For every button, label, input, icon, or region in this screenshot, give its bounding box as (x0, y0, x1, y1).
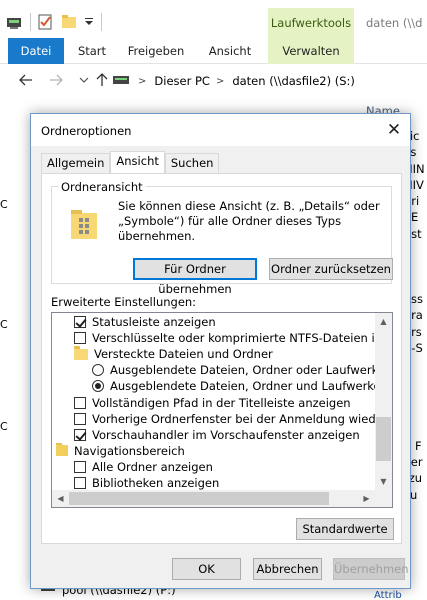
breadcrumb-this-pc[interactable]: Dieser PC (154, 74, 210, 88)
setting-checkbox[interactable] (74, 316, 86, 328)
setting-label: Alle Ordner anzeigen (92, 459, 213, 474)
dialog-title-bar: Ordneroptionen ✕ (31, 114, 410, 146)
setting-row[interactable]: Vorschauhandler im Vorschaufenster anzei… (74, 427, 392, 443)
nav-fragment: C (0, 420, 8, 433)
ok-button[interactable]: OK (172, 558, 241, 580)
setting-label: Versteckte Dateien und Ordner (94, 347, 273, 362)
restore-defaults-button[interactable]: Standardwerte (296, 518, 394, 540)
view-tab-panel: Ordneransicht Sie können diese Ansicht (… (41, 173, 402, 544)
title-bar: Laufwerktools daten (\\d (0, 0, 427, 38)
setting-radio[interactable] (92, 364, 104, 377)
drive-icon (112, 73, 130, 90)
tab-search[interactable]: Suchen (164, 153, 220, 173)
setting-row[interactable]: Ausgeblendete Dateien, Ordner und Laufwe… (92, 378, 393, 394)
context-group-label: Laufwerktools (270, 16, 352, 30)
scrollbar-corner (375, 490, 392, 507)
setting-label: Ausgeblendete Dateien, Ordner und Laufwe… (110, 379, 393, 394)
setting-row[interactable]: Vollständigen Pfad in der Titelleiste an… (74, 395, 392, 411)
setting-checkbox[interactable] (74, 428, 86, 441)
folder-view-description: Sie können diese Ansicht (z. B. „Details… (118, 199, 380, 243)
setting-row[interactable]: Alle Ordner anzeigen (74, 459, 392, 475)
tab-share[interactable]: Freigeben (124, 38, 188, 64)
setting-label: Verschlüsselte oder komprimierte NTFS-Da… (92, 331, 392, 346)
apply-button[interactable]: Übernehmen (333, 558, 409, 580)
setting-row[interactable]: Vorherige Ordnerfenster bei der Anmeldun… (74, 411, 392, 427)
scrollbar-thumb[interactable] (376, 417, 391, 461)
tab-file[interactable]: Datei (8, 38, 64, 64)
setting-row[interactable]: Statusleiste anzeigen (74, 314, 392, 330)
close-icon[interactable]: ✕ (384, 120, 404, 140)
apply-to-folders-button[interactable]: Für Ordner übernehmen (133, 258, 257, 296)
setting-label: Vollständigen Pfad in der Titelleiste an… (92, 395, 351, 410)
breadcrumb-drive[interactable]: daten (\\dasfile2) (S:) (232, 74, 355, 88)
tab-view[interactable]: Ansicht (110, 151, 165, 173)
advanced-settings-label: Erweiterte Einstellungen: (51, 295, 197, 309)
dialog-title: Ordneroptionen (41, 124, 132, 138)
folder-options-dialog: Ordneroptionen ✕ Allgemein Ansicht Suche… (30, 113, 411, 589)
setting-label: Statusleiste anzeigen (92, 315, 216, 329)
cancel-button[interactable]: Abbrechen (253, 558, 322, 580)
tab-view[interactable]: Ansicht (204, 38, 256, 64)
setting-checkbox[interactable] (74, 460, 86, 473)
forward-arrow-icon[interactable] (48, 72, 64, 88)
scroll-up-icon[interactable]: ▲ (375, 313, 392, 330)
address-bar[interactable]: > Dieser PC > daten (\\dasfile2) (S:) (112, 70, 427, 92)
group-legend: Ordneransicht (58, 180, 146, 194)
tab-manage[interactable]: Verwalten (268, 38, 354, 64)
tab-start[interactable]: Start (72, 38, 112, 64)
setting-row[interactable]: Verschlüsselte oder komprimierte NTFS-Da… (74, 330, 392, 346)
chevron-down-icon[interactable] (76, 72, 92, 88)
folder-icon (74, 346, 88, 360)
drive-icon[interactable] (4, 12, 24, 32)
chevron-right-icon[interactable]: > (216, 76, 224, 87)
chevron-down-icon[interactable] (83, 12, 95, 32)
nav-fragment: C (0, 318, 8, 331)
up-arrow-icon[interactable] (94, 72, 110, 88)
file-list-item[interactable]: Attrib (374, 590, 402, 600)
ribbon-tabs: Datei Start Freigeben Ansicht Verwalten (0, 38, 427, 64)
tab-general[interactable]: Allgemein (41, 153, 111, 173)
setting-checkbox[interactable] (74, 396, 86, 409)
toolbar-divider (30, 13, 31, 31)
back-arrow-icon[interactable] (18, 72, 34, 88)
address-bar-row: > Dieser PC > daten (\\dasfile2) (S:) (0, 64, 427, 96)
properties-icon[interactable] (35, 12, 55, 32)
chevron-right-icon[interactable]: > (138, 76, 146, 87)
setting-label: Navigationsbereich (74, 443, 185, 458)
scroll-right-icon[interactable]: ▶ (358, 490, 375, 507)
context-group-header: Laufwerktools (268, 8, 354, 38)
vertical-scrollbar[interactable]: ▲ ▼ (375, 313, 392, 490)
new-folder-icon[interactable] (59, 12, 79, 32)
setting-row[interactable]: Ausgeblendete Dateien, Ordner oder Laufw… (92, 362, 392, 378)
setting-checkbox[interactable] (74, 477, 86, 489)
setting-label: Vorherige Ordnerfenster bei der Anmeldun… (92, 411, 392, 426)
scrollbar-thumb[interactable] (69, 492, 329, 505)
setting-row: Navigationsbereich (56, 442, 374, 459)
window-title: daten (\\d (366, 16, 423, 30)
scroll-left-icon[interactable]: ◀ (52, 490, 69, 507)
dialog-tabs: Allgemein Ansicht Suchen (41, 151, 220, 173)
quick-access-toolbar (0, 8, 102, 36)
navigation-pane-icon (56, 442, 68, 457)
setting-label: Bibliotheken anzeigen (92, 476, 220, 490)
nav-fragment: C (0, 198, 8, 211)
setting-row: Versteckte Dateien und Ordner (74, 346, 392, 362)
folder-options-icon (69, 207, 99, 241)
advanced-settings-tree: Statusleiste anzeigen Verschlüsselte oder… (51, 312, 393, 508)
scroll-down-icon[interactable]: ▼ (375, 473, 392, 490)
horizontal-scrollbar[interactable]: ◀ ▶ (52, 490, 375, 507)
setting-checkbox[interactable] (74, 412, 86, 425)
toolbar-divider (101, 13, 102, 31)
setting-checkbox[interactable] (74, 332, 86, 345)
folder-view-group: Ordneransicht Sie können diese Ansicht (… (51, 180, 393, 296)
setting-radio[interactable] (92, 380, 104, 393)
setting-row[interactable]: Bibliotheken anzeigen (74, 475, 392, 491)
setting-label: Ausgeblendete Dateien, Ordner oder Laufw… (110, 363, 392, 378)
reset-folders-button[interactable]: Ordner zurücksetzen (269, 258, 393, 280)
setting-label: Vorschauhandler im Vorschaufenster anzei… (92, 427, 360, 442)
